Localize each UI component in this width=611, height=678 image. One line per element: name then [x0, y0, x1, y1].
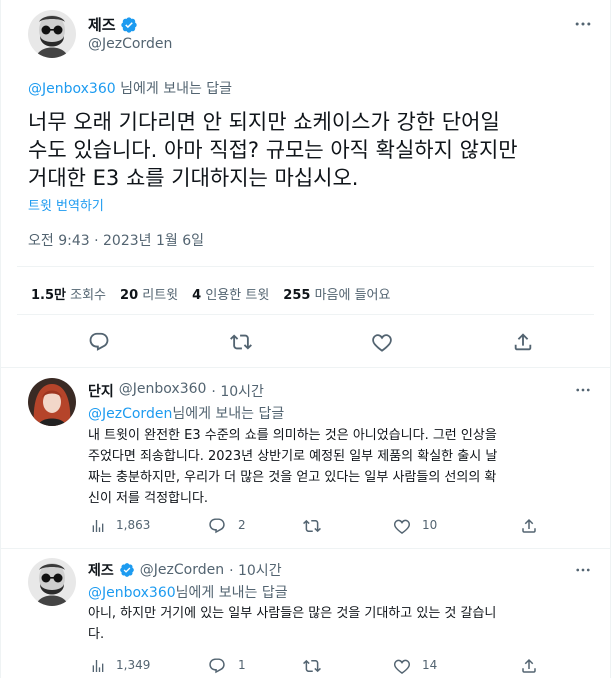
reply-context: @Jenbox360 님에게 보내는 답글: [28, 78, 232, 98]
tweet-thread: 제즈 @JezCorden @Jenbox360 님에게 보내는 답글 너무 오…: [0, 0, 611, 678]
reply-context: @Jenbox360님에게 보내는 답글: [88, 582, 288, 602]
reply-icon[interactable]: [208, 657, 226, 675]
reply-header: 단지 @Jenbox360 · 10시간: [88, 381, 264, 401]
verified-badge-icon: [119, 562, 135, 578]
reply-time[interactable]: · 10시간: [229, 560, 281, 580]
tweet-body: 너무 오래 기다리면 안 되지만 쇼케이스가 강한 단어일 수도 있습니다. 아…: [28, 108, 518, 192]
analytics-icon[interactable]: [90, 658, 106, 674]
retweets-stat[interactable]: 20 리트윗: [120, 284, 178, 303]
retweet-icon[interactable]: [303, 517, 321, 535]
translate-tweet-link[interactable]: 트윗 번역하기: [28, 195, 104, 214]
reply-avatar[interactable]: [28, 378, 76, 426]
divider: [1, 548, 610, 549]
author-avatar[interactable]: [28, 10, 76, 58]
author-handle[interactable]: @JezCorden: [88, 36, 172, 52]
reply-mention-link[interactable]: @Jenbox360: [88, 585, 176, 601]
views-count: 1,349: [116, 658, 151, 672]
reply-mention-link[interactable]: @Jenbox360: [28, 81, 116, 97]
reply-author-name[interactable]: 제즈: [88, 560, 114, 580]
reply-body: 내 트윗이 완전한 E3 수준의 쇼를 의미하는 것은 아니었습니다. 그런 인…: [88, 425, 497, 509]
likes-count: 14: [422, 658, 438, 672]
reply-header: 제즈 @JezCorden · 10시간: [88, 560, 282, 580]
author-name[interactable]: 제즈: [88, 14, 116, 35]
reply-context-text: 님에게 보내는 답글: [115, 81, 233, 97]
share-icon[interactable]: [520, 657, 538, 675]
more-horizontal-icon[interactable]: [571, 560, 595, 580]
reply-time[interactable]: · 10시간: [211, 381, 263, 401]
reply-mention-link[interactable]: @JezCorden: [88, 406, 172, 422]
retweet-icon[interactable]: [303, 657, 321, 675]
divider: [1, 367, 610, 368]
retweet-icon[interactable]: [229, 330, 253, 354]
views-count: 1,863: [116, 518, 151, 532]
tweet-timestamp[interactable]: 오전 9:43 · 2023년 1월 6일: [28, 230, 204, 250]
reply-body: 아니, 하지만 거기에 있는 일부 사람들은 많은 것을 기대하고 있는 것 갈…: [88, 603, 496, 645]
heart-icon[interactable]: [393, 657, 411, 675]
views-stat[interactable]: 1.5만 조회수: [31, 284, 106, 303]
tweet-body-line: 수도 있습니다. 아마 직접? 규모는 아직 확실하지 않지만: [28, 138, 518, 162]
more-horizontal-icon[interactable]: [571, 380, 595, 400]
divider: [17, 314, 594, 315]
reply-avatar[interactable]: [28, 558, 76, 606]
reply-body-line: 짜는 충분하지만, 우리가 더 많은 것을 얻고 있다는 일부 사람들의 선의의…: [88, 470, 497, 485]
more-horizontal-icon[interactable]: [571, 14, 595, 34]
verified-badge-icon: [120, 16, 138, 34]
tweet-body-line: 거대한 E3 쇼를 기대하지는 마십시오.: [28, 166, 359, 190]
likes-stat[interactable]: 255 마음에 들어요: [283, 284, 390, 303]
likes-count: 10: [422, 518, 438, 532]
reply-body-line: 주었다면 죄송합니다. 2023년 상반기로 예정된 일부 제품의 확실한 출시…: [88, 449, 498, 464]
reply-context-text: 님에게 보내는 답글: [175, 585, 288, 601]
reply-body-line: 내 트윗이 완전한 E3 수준의 쇼를 의미하는 것은 아니었습니다. 그런 인…: [88, 428, 497, 443]
author-name-row: 제즈: [88, 14, 138, 35]
tweet-body-line: 너무 오래 기다리면 안 되지만 쇼케이스가 강한 단어일: [28, 110, 500, 134]
divider: [17, 266, 594, 267]
replies-count: 1: [238, 658, 246, 672]
reply-body-line: 다.: [88, 627, 105, 642]
tweet-stats-row: 1.5만 조회수 20 리트윗 4 인용한 트윗 255 마음에 들어요: [31, 284, 390, 303]
reply-body-line: 아니, 하지만 거기에 있는 일부 사람들은 많은 것을 기대하고 있는 것 갈…: [88, 606, 497, 621]
reply-author-name[interactable]: 단지: [88, 381, 114, 401]
reply-context-text: 님에게 보내는 답글: [172, 406, 285, 422]
reply-icon[interactable]: [208, 517, 226, 535]
reply-context: @JezCorden님에게 보내는 답글: [88, 403, 284, 423]
share-icon[interactable]: [520, 517, 538, 535]
reply-author-handle[interactable]: @Jenbox360: [119, 381, 207, 401]
reply-icon[interactable]: [87, 330, 111, 354]
quotes-stat[interactable]: 4 인용한 트윗: [192, 284, 269, 303]
heart-icon[interactable]: [370, 330, 394, 354]
analytics-icon[interactable]: [90, 518, 106, 534]
reply-body-line: 신이 저를 걱정합니다.: [88, 491, 209, 506]
reply-actions: 1,349 1 14: [88, 656, 588, 676]
replies-count: 2: [238, 518, 246, 532]
reply-actions: 1,863 2 10: [88, 516, 588, 536]
share-icon[interactable]: [511, 330, 535, 354]
reply-author-handle[interactable]: @JezCorden: [140, 562, 224, 578]
heart-icon[interactable]: [393, 517, 411, 535]
